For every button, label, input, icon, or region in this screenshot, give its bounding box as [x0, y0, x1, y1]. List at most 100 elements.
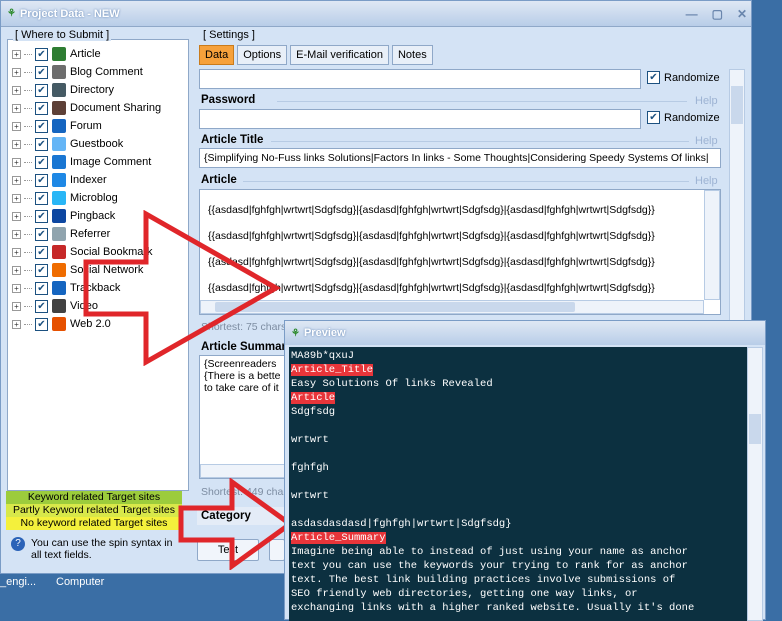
- expand-icon[interactable]: +: [12, 67, 21, 77]
- expand-icon[interactable]: +: [12, 139, 21, 149]
- preview-line: [291, 447, 745, 461]
- summary-hscrollbar[interactable]: [200, 464, 288, 478]
- settings-vscrollbar[interactable]: [729, 69, 745, 323]
- summary-textarea[interactable]: {Screenreaders {There is a bette to take…: [199, 355, 289, 479]
- scroll-thumb[interactable]: [749, 414, 761, 444]
- platform-label: Guestbook: [70, 138, 124, 150]
- tree-item[interactable]: + ✔ Directory: [12, 81, 114, 99]
- preview-line: SEO friendly web directories, getting on…: [291, 587, 745, 601]
- tree-item[interactable]: + ✔ Document Sharing: [12, 99, 161, 117]
- preview-line: Easy Solutions Of links Revealed: [291, 377, 745, 391]
- preview-line: [291, 503, 745, 517]
- preview-title-bar[interactable]: ⚘ Preview: [285, 321, 765, 345]
- platform-checkbox[interactable]: ✔: [35, 263, 48, 277]
- preview-text: SEO friendly web directories, getting on…: [291, 588, 638, 600]
- tree-item[interactable]: + ✔ Indexer: [12, 171, 107, 189]
- legend-item: Keyword related Target sites: [6, 491, 182, 504]
- tree-item[interactable]: + ✔ Guestbook: [12, 135, 123, 153]
- divider: [243, 181, 689, 182]
- tree-connector: [24, 323, 32, 325]
- minimize-icon[interactable]: —: [686, 7, 698, 21]
- platform-checkbox[interactable]: ✔: [35, 317, 48, 331]
- platform-checkbox[interactable]: ✔: [35, 83, 48, 97]
- expand-icon[interactable]: +: [12, 229, 21, 239]
- platform-checkbox[interactable]: ✔: [35, 227, 48, 241]
- preview-line: fghfgh: [291, 461, 745, 475]
- expand-icon[interactable]: +: [12, 283, 21, 293]
- platform-checkbox[interactable]: ✔: [35, 191, 48, 205]
- expand-icon[interactable]: +: [12, 301, 21, 311]
- platform-icon: [52, 65, 66, 79]
- help-link[interactable]: Help: [695, 95, 718, 107]
- platform-checkbox[interactable]: ✔: [35, 173, 48, 187]
- expand-icon[interactable]: +: [12, 265, 21, 275]
- preview-line: [291, 475, 745, 489]
- red-arrow-icon: [83, 210, 282, 366]
- platform-checkbox[interactable]: ✔: [35, 65, 48, 79]
- preview-line: Imagine being able to instead of just us…: [291, 545, 745, 559]
- randomize-password[interactable]: ✔ Randomize: [647, 111, 720, 124]
- tab-e-mail-verification[interactable]: E-Mail verification: [290, 45, 389, 65]
- expand-icon[interactable]: +: [12, 49, 21, 59]
- platform-label: Article: [70, 48, 101, 60]
- desktop-label-computer[interactable]: Computer: [56, 576, 104, 588]
- scroll-thumb[interactable]: [731, 86, 743, 124]
- randomize-password-checkbox[interactable]: ✔: [647, 111, 660, 124]
- expand-icon[interactable]: +: [12, 247, 21, 257]
- expand-icon[interactable]: +: [12, 175, 21, 185]
- platform-icon: [52, 299, 66, 313]
- desktop-label[interactable]: _engi...: [0, 576, 36, 588]
- platform-icon: [52, 245, 66, 259]
- tree-item[interactable]: + ✔ Image Comment: [12, 153, 151, 171]
- preview-tag: Article_Title: [291, 364, 373, 376]
- platform-checkbox[interactable]: ✔: [35, 101, 48, 115]
- randomize-checkbox[interactable]: ✔: [647, 71, 660, 84]
- help-link-title[interactable]: Help: [695, 135, 718, 147]
- expand-icon[interactable]: +: [12, 319, 21, 329]
- title-bar[interactable]: ⚘ Project Data - NEW — ▢ ✕: [1, 1, 751, 27]
- help-link-article[interactable]: Help: [695, 175, 718, 187]
- platform-icon: [52, 47, 66, 61]
- close-icon[interactable]: ✕: [737, 7, 747, 21]
- article-title-input[interactable]: {Simplifying No-Fuss links Solutions|Fac…: [199, 148, 721, 168]
- preview-text: Easy Solutions Of links Revealed: [291, 378, 493, 390]
- tab-options[interactable]: Options: [237, 45, 288, 65]
- platform-checkbox[interactable]: ✔: [35, 155, 48, 169]
- expand-icon[interactable]: +: [12, 121, 21, 131]
- expand-icon[interactable]: +: [12, 193, 21, 203]
- legend-item: No keyword related Target sites: [6, 517, 182, 530]
- platform-checkbox[interactable]: ✔: [35, 47, 48, 61]
- tab-data[interactable]: Data: [199, 45, 235, 65]
- article-vscrollbar[interactable]: [704, 190, 720, 300]
- preview-title: Preview: [303, 327, 346, 339]
- tab-notes[interactable]: Notes: [391, 45, 433, 65]
- tree-item[interactable]: + ✔ Blog Comment: [12, 63, 143, 81]
- expand-icon[interactable]: +: [12, 211, 21, 221]
- maximize-icon[interactable]: ▢: [712, 7, 723, 21]
- platform-checkbox[interactable]: ✔: [35, 245, 48, 259]
- platform-checkbox[interactable]: ✔: [35, 209, 48, 223]
- tree-connector: [24, 233, 32, 235]
- platform-icon: [52, 281, 66, 295]
- platform-checkbox[interactable]: ✔: [35, 137, 48, 151]
- preview-line: asdasdasdasd|fghfgh|wrtwrt|Sdgfsdg}: [291, 517, 745, 531]
- randomize-top[interactable]: ✔ Randomize: [647, 71, 720, 84]
- expand-icon[interactable]: +: [12, 103, 21, 113]
- platform-label: Forum: [70, 120, 102, 132]
- password-input[interactable]: [199, 109, 641, 129]
- preview-vscrollbar[interactable]: [747, 347, 763, 621]
- platform-checkbox[interactable]: ✔: [35, 299, 48, 313]
- password-label: Password: [201, 94, 256, 106]
- platform-checkbox[interactable]: ✔: [35, 119, 48, 133]
- preview-content[interactable]: MA89b*qxuJ Article_Title Easy Solutions Of…: [289, 347, 747, 621]
- expand-icon[interactable]: +: [12, 157, 21, 167]
- expand-icon[interactable]: +: [12, 85, 21, 95]
- tree-item[interactable]: + ✔ Microblog: [12, 189, 118, 207]
- tree-item[interactable]: + ✔ Article: [12, 45, 101, 63]
- platform-checkbox[interactable]: ✔: [35, 281, 48, 295]
- preview-text: Imagine being able to instead of just us…: [291, 546, 688, 558]
- field-input-top[interactable]: [199, 69, 641, 89]
- tree-item[interactable]: + ✔ Forum: [12, 117, 102, 135]
- preview-line: Article: [291, 391, 745, 405]
- platform-label: Document Sharing: [70, 102, 162, 114]
